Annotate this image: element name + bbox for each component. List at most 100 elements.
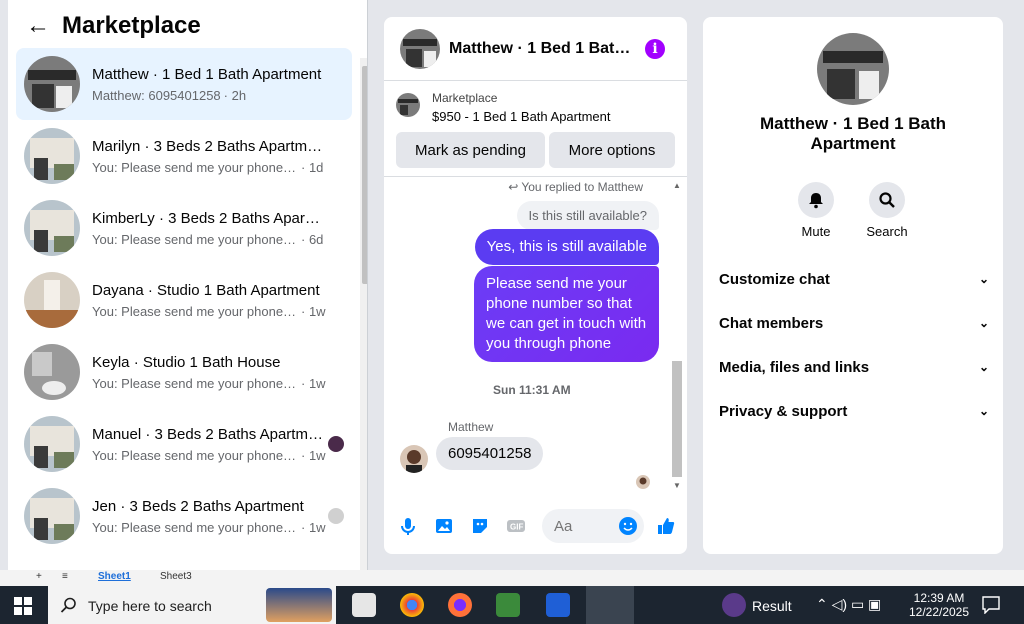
conversation-item-keyla[interactable]: Keyla · Studio 1 Bath House You: Please …	[16, 336, 352, 408]
sheet-list-icon[interactable]: ≡	[62, 571, 68, 582]
mute-button[interactable]: Mute	[786, 182, 846, 239]
conversation-name: Matthew · 1 Bed 1 Bath Apartment	[92, 65, 322, 83]
result-label[interactable]: Result	[752, 598, 792, 614]
add-sheet-icon[interactable]: +	[36, 571, 42, 582]
conversation-details-panel: Matthew · 1 Bed 1 Bath Apartment Mute Se…	[703, 17, 1003, 554]
conversation-time: · 2h	[223, 87, 247, 103]
listing-avatar	[24, 128, 80, 184]
listing-avatar	[24, 416, 80, 472]
seen-avatar	[636, 475, 650, 489]
conversation-preview: You: Please send me your phone number	[92, 303, 298, 319]
row-label: Chat members	[719, 314, 824, 332]
windows-taskbar: Type here to search Result ⌃ ◁) ▭ ▣ 12:3…	[0, 586, 1024, 624]
outgoing-message[interactable]: Yes, this is still available	[474, 229, 659, 265]
scrollbar-thumb[interactable]	[362, 66, 367, 284]
chat-avatar[interactable]	[400, 28, 440, 69]
gif-icon[interactable]: GIF	[506, 516, 526, 536]
conversation-time: · 1d	[301, 159, 324, 175]
search-icon	[60, 597, 76, 613]
privacy-support-row[interactable]: Privacy & support ⌄	[719, 389, 989, 433]
thumbs-up-icon[interactable]	[656, 516, 676, 536]
system-tray-icons[interactable]: ⌃ ◁) ▭ ▣	[816, 596, 881, 613]
spreadsheet-icon[interactable]	[496, 593, 520, 617]
listing-avatar	[24, 488, 80, 544]
emoji-icon[interactable]	[618, 516, 638, 536]
listing-avatar	[24, 56, 80, 112]
back-arrow-icon[interactable]: ←	[26, 12, 62, 40]
result-app-icon[interactable]	[722, 593, 746, 617]
firefox-icon[interactable]	[448, 593, 472, 617]
chrome-icon[interactable]	[400, 593, 424, 617]
info-icon[interactable]: i	[645, 39, 665, 59]
listing-avatar	[24, 272, 80, 328]
conversation-time: · 1w	[301, 447, 326, 463]
search-label: Search	[866, 224, 908, 239]
conversation-name: Keyla · Studio 1 Bath House	[92, 353, 281, 371]
row-label: Media, files and links	[719, 358, 870, 376]
chat-title[interactable]: Matthew · 1 Bed 1 Bath Apartment	[449, 40, 633, 58]
conversation-scrollbar[interactable]	[360, 58, 367, 570]
conversation-preview: You: Please send me your phone number	[92, 375, 298, 391]
listing-source: Marketplace	[432, 91, 498, 105]
outgoing-message[interactable]: Please send me your phone number so that…	[474, 266, 659, 362]
conversation-time: · 6d	[301, 231, 324, 247]
notification-icon[interactable]	[982, 596, 1000, 614]
reply-note-text: You replied to Matthew	[521, 180, 643, 194]
taskbar-clock[interactable]: 12:39 AM 12/22/2025	[906, 591, 972, 619]
clock-time: 12:39 AM	[913, 591, 965, 605]
quoted-message[interactable]: Is this still available?	[516, 201, 659, 230]
chat-members-row[interactable]: Chat members ⌄	[719, 301, 989, 345]
conversation-name: Dayana · Studio 1 Bath Apartment	[92, 281, 320, 299]
search-button[interactable]: Search	[857, 182, 917, 239]
tab-sheet1[interactable]: Sheet1	[98, 571, 131, 582]
search-icon	[879, 192, 895, 208]
row-label: Privacy & support	[719, 402, 848, 420]
incoming-message[interactable]: 6095401258	[436, 437, 544, 470]
active-app-icon[interactable]	[586, 586, 634, 624]
clock-date: 12/22/2025	[908, 605, 970, 619]
microphone-icon[interactable]	[398, 516, 418, 536]
conversation-item-jen[interactable]: Jen · 3 Beds 2 Baths Apartment You: Plea…	[16, 480, 352, 552]
chat-scrollbar[interactable]: ▲ ▼	[670, 179, 684, 492]
conversation-item-dayana[interactable]: Dayana · Studio 1 Bath Apartment You: Pl…	[16, 264, 352, 336]
conversation-item-matthew[interactable]: Matthew · 1 Bed 1 Bath Apartment Matthew…	[16, 48, 352, 120]
conversation-time: · 1w	[301, 303, 326, 319]
mark-as-pending-button[interactable]: Mark as pending	[396, 132, 545, 168]
scroll-up-icon[interactable]: ▲	[673, 181, 681, 190]
app-icon[interactable]	[352, 593, 376, 617]
customize-chat-row[interactable]: Customize chat ⌄	[719, 257, 989, 301]
chevron-down-icon: ⌄	[978, 316, 989, 330]
more-options-button[interactable]: More options	[549, 132, 675, 168]
photo-icon[interactable]	[434, 516, 454, 536]
conversation-item-kimberly[interactable]: KimberLy · 3 Beds 2 Baths Apartment You:…	[16, 192, 352, 264]
listing-avatar	[24, 200, 80, 256]
row-label: Customize chat	[719, 270, 830, 288]
media-files-links-row[interactable]: Media, files and links ⌄	[719, 345, 989, 389]
chat-panel: Matthew · 1 Bed 1 Bath Apartment i Marke…	[384, 17, 687, 554]
shield-app-icon[interactable]	[546, 593, 570, 617]
scroll-down-icon[interactable]: ▼	[673, 481, 681, 490]
bell-icon	[809, 193, 823, 209]
default-user-icon	[328, 508, 344, 524]
conversation-item-marilyn[interactable]: Marilyn · 3 Beds 2 Baths Apartment You: …	[16, 120, 352, 192]
tab-sheet3[interactable]: Sheet3	[160, 571, 192, 582]
conversation-preview: You: Please send me your phone number	[92, 447, 298, 463]
sender-avatar[interactable]	[400, 445, 428, 473]
conversation-name: Matthew · 1 Bed 1 Bath Apartment	[759, 114, 947, 153]
conversation-item-manuel[interactable]: Manuel · 3 Beds 2 Baths Apartment You: P…	[16, 408, 352, 480]
taskbar-search-box[interactable]: Type here to search	[48, 586, 336, 624]
conversation-time: · 1w	[301, 519, 326, 535]
chevron-down-icon: ⌄	[978, 360, 989, 374]
left-header: ← Marketplace	[8, 0, 367, 52]
windows-start-icon[interactable]	[14, 597, 32, 615]
chevron-down-icon: ⌄	[978, 404, 989, 418]
conversation-name: Manuel · 3 Beds 2 Baths Apartment	[92, 425, 324, 443]
reply-note: ↩ You replied to Matthew	[508, 180, 643, 194]
sticker-icon[interactable]	[470, 516, 490, 536]
listing-price: $950 - 1 Bed 1 Bath Apartment	[432, 109, 611, 124]
listing-actions: Mark as pending More options	[384, 129, 687, 177]
conversation-name: KimberLy · 3 Beds 2 Baths Apartment	[92, 209, 324, 227]
svg-text:GIF: GIF	[510, 523, 523, 532]
scrollbar-thumb[interactable]	[672, 361, 682, 477]
listing-banner[interactable]: Marketplace $950 - 1 Bed 1 Bath Apartmen…	[384, 81, 687, 129]
